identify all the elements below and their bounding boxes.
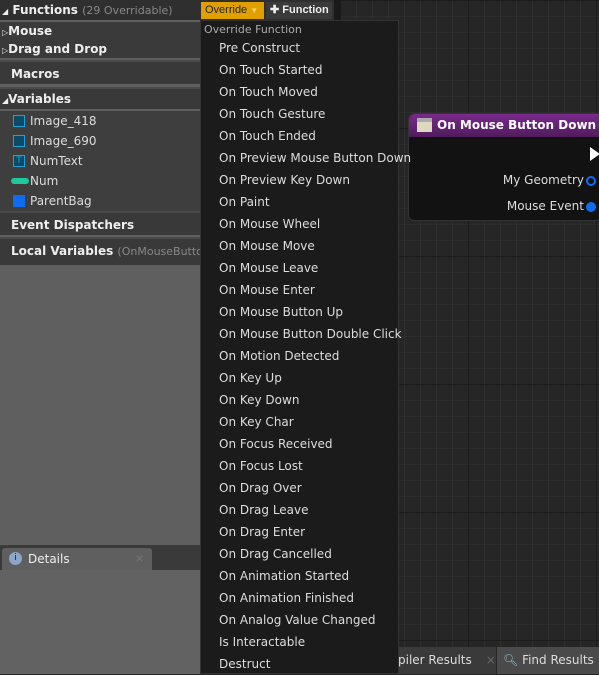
tab-find-results[interactable]: 🔍︎ Find Results — [497, 647, 599, 674]
tab-compiler-results[interactable]: piler Results × — [398, 647, 496, 674]
menu-item[interactable]: On Focus Lost — [219, 455, 303, 477]
menu-item[interactable]: On Key Up — [219, 367, 282, 389]
info-icon: i — [9, 552, 22, 565]
menu-item[interactable]: On Mouse Button Up — [219, 301, 343, 323]
menu-item[interactable]: On Motion Detected — [219, 345, 339, 367]
tab-details[interactable]: i Details × — [2, 548, 152, 570]
menu-item[interactable]: On Analog Value Changed — [219, 609, 375, 631]
menu-item[interactable]: On Animation Started — [219, 565, 349, 587]
menu-header: Override Function — [204, 23, 302, 36]
image-widget-icon — [13, 115, 25, 127]
close-icon[interactable]: × — [486, 653, 496, 667]
node-header: On Mouse Button Down — [409, 114, 599, 137]
menu-item[interactable]: Is Interactable — [219, 631, 305, 653]
magnifier-icon: 🔍︎ — [503, 653, 519, 667]
override-dropdown-button[interactable]: Override ▼ — [201, 2, 264, 19]
struct-pin-icon[interactable] — [586, 176, 596, 186]
menu-item[interactable]: On Touch Moved — [219, 81, 318, 103]
menu-item[interactable]: On Preview Key Down — [219, 169, 350, 191]
menu-item[interactable]: On Drag Enter — [219, 521, 305, 543]
menu-item[interactable]: Destruct — [219, 653, 270, 675]
pin-label: My Geometry — [502, 173, 584, 187]
pin-label: Mouse Event — [506, 199, 584, 213]
override-function-menu: Override Function Pre Construct On Touch … — [200, 20, 411, 675]
menu-item[interactable]: On Mouse Leave — [219, 257, 318, 279]
menu-item[interactable]: On Mouse Wheel — [219, 213, 320, 235]
menu-item[interactable]: On Mouse Enter — [219, 279, 315, 301]
menu-item[interactable]: Pre Construct — [219, 37, 300, 59]
event-node-on-mouse-button-down[interactable]: On Mouse Button Down My Geometry Mouse E… — [408, 113, 599, 221]
integer-pill-icon — [11, 178, 29, 184]
menu-item[interactable]: On Drag Over — [219, 477, 302, 499]
menu-item[interactable]: On Key Down — [219, 389, 299, 411]
event-icon — [417, 118, 432, 132]
add-function-button[interactable]: ✚ Function — [266, 2, 332, 19]
menu-item[interactable]: On Touch Started — [219, 59, 322, 81]
image-widget-icon — [13, 135, 25, 147]
overridable-count: (29 Overridable) — [82, 4, 173, 17]
menu-item[interactable]: On Animation Finished — [219, 587, 354, 609]
struct-pin-icon[interactable] — [586, 202, 596, 212]
chevron-down-icon: ▼ — [250, 6, 259, 15]
plus-icon: ✚ — [270, 4, 280, 16]
menu-item[interactable]: On Key Char — [219, 411, 294, 433]
menu-item[interactable]: On Focus Received — [219, 433, 333, 455]
menu-item[interactable]: On Touch Gesture — [219, 103, 325, 125]
menu-item[interactable]: On Mouse Button Double Click — [219, 323, 402, 345]
menu-item[interactable]: On Drag Leave — [219, 499, 309, 521]
object-icon — [13, 195, 25, 207]
menu-item[interactable]: On Touch Ended — [219, 125, 316, 147]
exec-output-pin-icon[interactable] — [590, 147, 599, 161]
menu-item[interactable]: On Mouse Move — [219, 235, 315, 257]
collapse-arrow-icon: ◢ — [2, 7, 9, 16]
menu-item[interactable]: On Paint — [219, 191, 270, 213]
close-icon[interactable]: × — [135, 548, 144, 570]
menu-item[interactable]: On Preview Mouse Button Down — [219, 147, 411, 169]
menu-item[interactable]: On Drag Cancelled — [219, 543, 332, 565]
text-widget-icon: T — [13, 155, 25, 167]
